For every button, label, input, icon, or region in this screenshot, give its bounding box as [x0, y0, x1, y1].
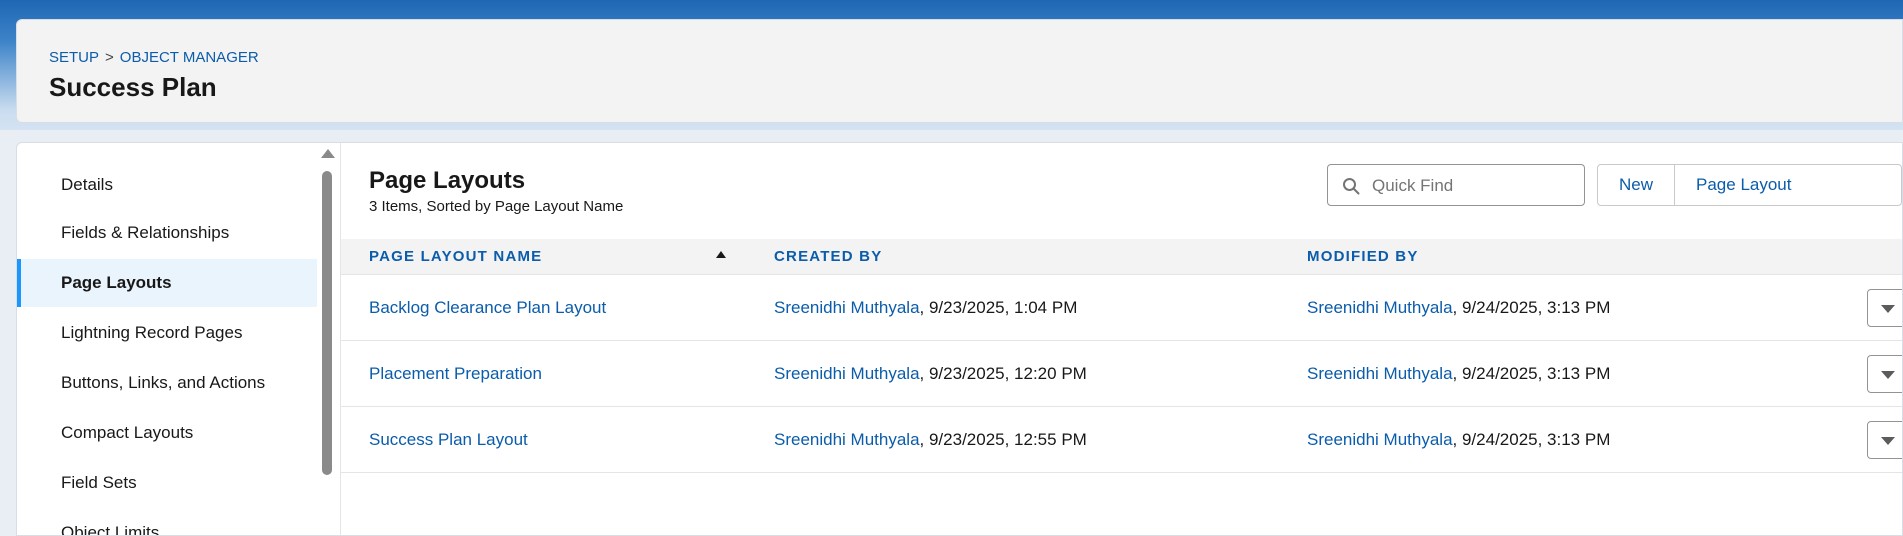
- scroll-up-arrow-icon[interactable]: [321, 149, 335, 158]
- created-date: , 9/23/2025, 12:20 PM: [919, 364, 1087, 383]
- breadcrumb-separator: >: [105, 49, 114, 66]
- page-layout-name-link[interactable]: Success Plan Layout: [369, 407, 528, 472]
- sidebar-item-label: Lightning Record Pages: [61, 323, 243, 342]
- column-header-created-by[interactable]: CREATED BY: [774, 239, 882, 274]
- sidebar-item-label: Fields & Relationships: [61, 223, 230, 242]
- modified-by-cell: Sreenidhi Muthyala, 9/24/2025, 3:13 PM: [1307, 341, 1610, 406]
- created-by-cell: Sreenidhi Muthyala, 9/23/2025, 12:55 PM: [774, 407, 1087, 472]
- breadcrumb-object-manager-link[interactable]: OBJECT MANAGER: [120, 49, 259, 66]
- quick-find-box[interactable]: [1327, 164, 1585, 207]
- created-date: , 9/23/2025, 12:55 PM: [919, 430, 1087, 449]
- breadcrumb: SETUP > OBJECT MANAGER: [49, 49, 259, 66]
- column-header-page-layout-name[interactable]: PAGE LAYOUT NAME: [369, 239, 542, 274]
- sidebar-item-fields-relationships[interactable]: Fields & Relationships: [17, 209, 317, 257]
- sidebar-item-buttons-links-actions[interactable]: Buttons, Links, and Actions: [17, 359, 317, 407]
- modified-date: , 9/24/2025, 3:13 PM: [1452, 364, 1611, 383]
- modified-by-cell: Sreenidhi Muthyala, 9/24/2025, 3:13 PM: [1307, 407, 1610, 472]
- sidebar-item-object-limits[interactable]: Object Limits: [17, 509, 317, 536]
- column-header-label: PAGE LAYOUT NAME: [369, 248, 543, 265]
- sidebar-scrollbar[interactable]: [319, 143, 335, 535]
- modified-by-user-link[interactable]: Sreenidhi Muthyala: [1307, 430, 1453, 449]
- created-by-cell: Sreenidhi Muthyala, 9/23/2025, 1:04 PM: [774, 275, 1077, 340]
- sidebar-item-label: Page Layouts: [61, 273, 172, 292]
- sidebar-item-page-layouts[interactable]: Page Layouts: [17, 259, 317, 307]
- modified-date: , 9/24/2025, 3:13 PM: [1452, 430, 1611, 449]
- modified-by-cell: Sreenidhi Muthyala, 9/24/2025, 3:13 PM: [1307, 275, 1610, 340]
- sort-ascending-icon[interactable]: [716, 251, 726, 258]
- sidebar-item-label: Field Sets: [61, 473, 137, 492]
- chevron-down-icon: [1881, 437, 1895, 445]
- section-title: Page Layouts: [369, 167, 526, 194]
- modified-by-user-link[interactable]: Sreenidhi Muthyala: [1307, 364, 1453, 383]
- page-layout-name-link[interactable]: Backlog Clearance Plan Layout: [369, 275, 606, 340]
- page-layouts-content: Page Layouts 3 Items, Sorted by Page Lay…: [340, 143, 1902, 535]
- column-header-label: CREATED BY: [774, 248, 883, 265]
- table-header: PAGE LAYOUT NAME CREATED BY MODIFIED BY: [341, 239, 1902, 275]
- sidebar-item-lightning-record-pages[interactable]: Lightning Record Pages: [17, 309, 317, 357]
- page-title: Success Plan: [49, 72, 217, 102]
- page-layout-assignment-button[interactable]: Page Layout Assignment: [1674, 165, 1901, 205]
- scrollbar-thumb[interactable]: [322, 171, 332, 475]
- header-button-group: New Page Layout Assignment: [1597, 164, 1902, 206]
- page-header: SETUP > OBJECT MANAGER Success Plan: [16, 19, 1903, 123]
- created-by-user-link[interactable]: Sreenidhi Muthyala: [774, 364, 920, 383]
- column-header-label: MODIFIED BY: [1307, 248, 1419, 265]
- chevron-down-icon: [1881, 371, 1895, 379]
- sidebar-item-label: Object Limits: [61, 523, 160, 536]
- new-button[interactable]: New: [1598, 165, 1674, 205]
- modified-date: , 9/24/2025, 3:13 PM: [1452, 298, 1611, 317]
- table-row: Placement Preparation Sreenidhi Muthyala…: [341, 341, 1902, 407]
- main-panel: Details Fields & Relationships Page Layo…: [16, 142, 1903, 536]
- modified-by-user-link[interactable]: Sreenidhi Muthyala: [1307, 298, 1453, 317]
- created-by-cell: Sreenidhi Muthyala, 9/23/2025, 12:20 PM: [774, 341, 1087, 406]
- created-by-user-link[interactable]: Sreenidhi Muthyala: [774, 430, 920, 449]
- page-layout-name-link[interactable]: Placement Preparation: [369, 341, 542, 406]
- table-row: Backlog Clearance Plan Layout Sreenidhi …: [341, 275, 1902, 341]
- sidebar-item-compact-layouts[interactable]: Compact Layouts: [17, 409, 317, 457]
- sidebar-item-label: Buttons, Links, and Actions: [61, 373, 266, 392]
- created-by-user-link[interactable]: Sreenidhi Muthyala: [774, 298, 920, 317]
- row-actions-button[interactable]: [1867, 421, 1902, 459]
- row-actions-button[interactable]: [1867, 355, 1902, 393]
- sidebar-item-label: Compact Layouts: [61, 423, 194, 442]
- sidebar-item-field-sets[interactable]: Field Sets: [17, 459, 317, 507]
- breadcrumb-setup-link[interactable]: SETUP: [49, 49, 99, 66]
- search-icon: [1343, 178, 1360, 195]
- row-actions-button[interactable]: [1867, 289, 1902, 327]
- column-header-modified-by[interactable]: MODIFIED BY: [1307, 239, 1419, 274]
- quick-find-input[interactable]: [1370, 165, 1579, 207]
- table-row: Success Plan Layout Sreenidhi Muthyala, …: [341, 407, 1902, 473]
- sidebar-item-details[interactable]: Details: [17, 161, 317, 209]
- sidebar-item-label: Details: [61, 175, 113, 194]
- chevron-down-icon: [1881, 305, 1895, 313]
- item-count-summary: 3 Items, Sorted by Page Layout Name: [369, 198, 624, 215]
- sidebar-nav: Details Fields & Relationships Page Layo…: [17, 143, 317, 536]
- created-date: , 9/23/2025, 1:04 PM: [919, 298, 1078, 317]
